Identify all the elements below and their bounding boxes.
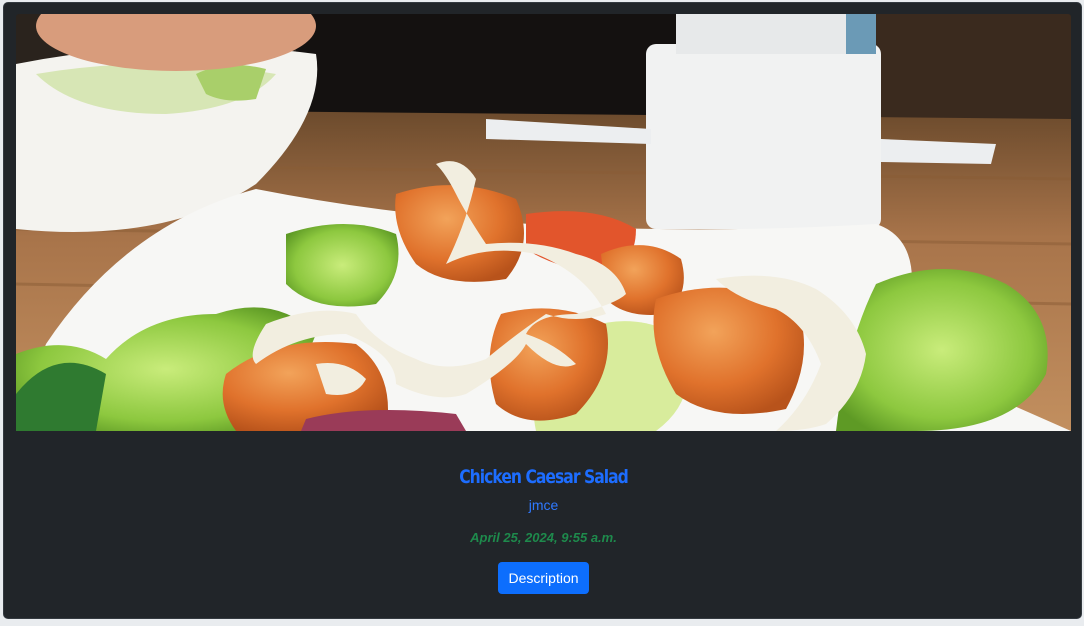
recipe-image [16, 14, 1071, 431]
recipe-card: Chicken Caesar Salad jmce April 25, 2024… [3, 2, 1082, 619]
description-button[interactable]: Description [498, 562, 589, 594]
recipe-title[interactable]: Chicken Caesar Salad [101, 465, 986, 489]
recipe-author: jmce [528, 497, 559, 513]
recipe-card-body: Chicken Caesar Salad jmce April 25, 2024… [4, 431, 1081, 618]
recipe-date: April 25, 2024, 9:55 a.m. [470, 530, 617, 545]
